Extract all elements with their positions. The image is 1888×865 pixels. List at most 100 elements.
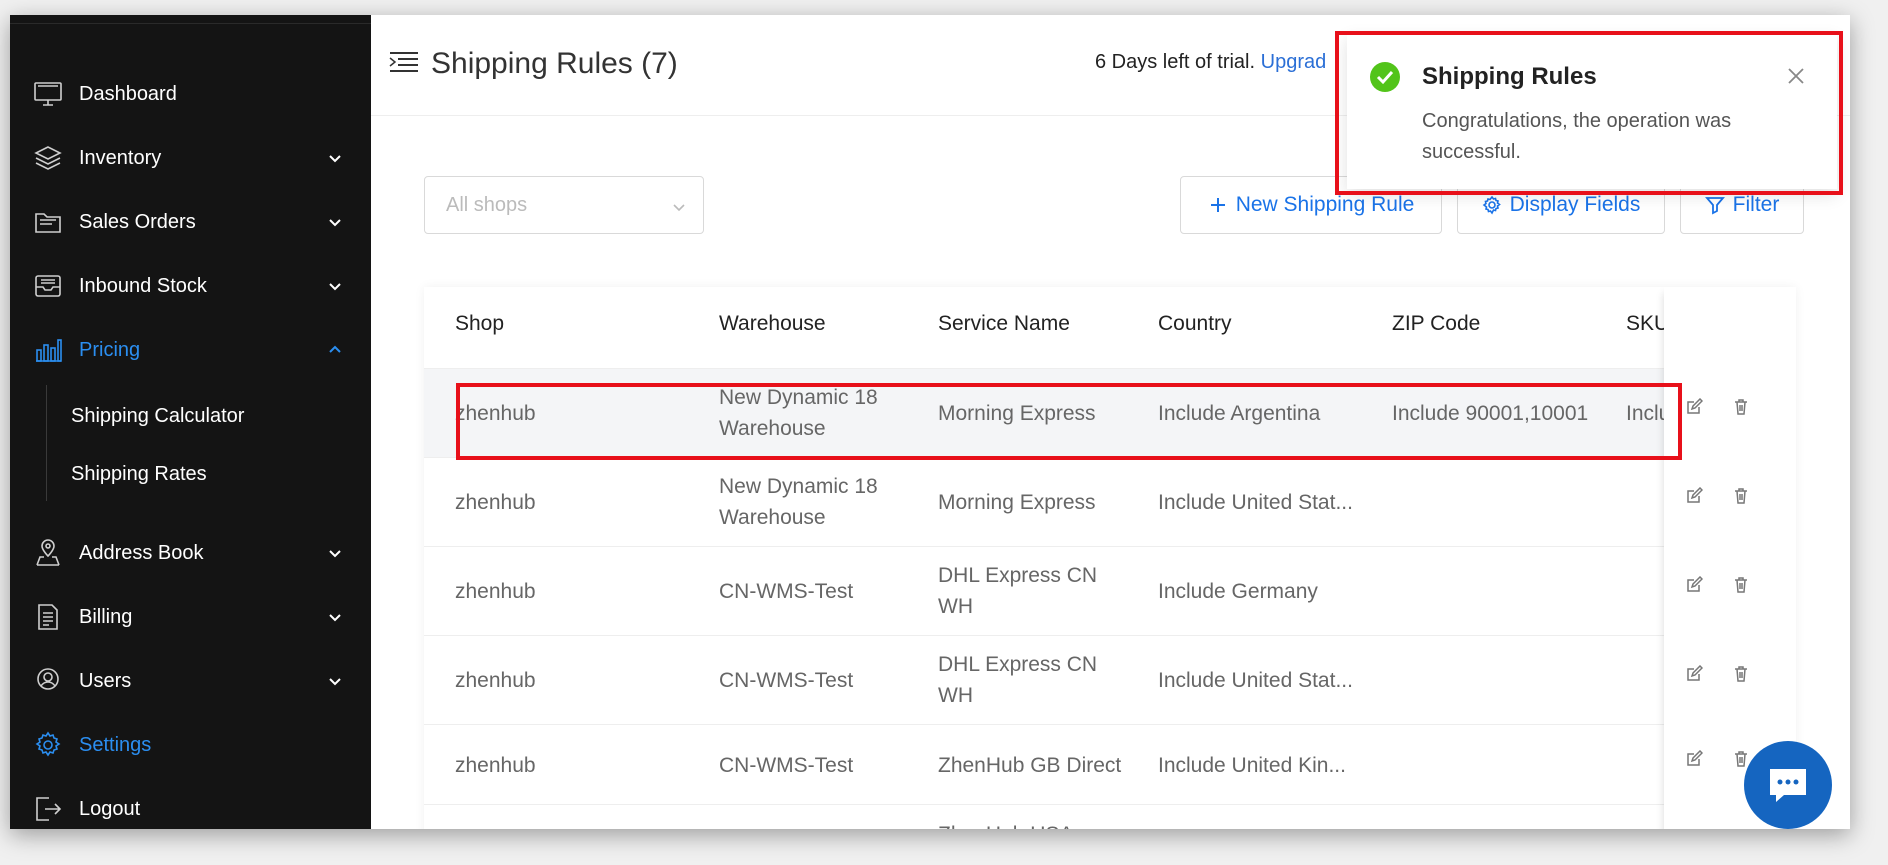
sidebar-item-label: Settings (79, 733, 152, 756)
monitor-icon (32, 78, 64, 110)
chevron-down-icon (329, 550, 341, 558)
gear-icon (32, 729, 64, 761)
sidebar-item-label: Pricing (79, 338, 141, 361)
cell-warehouse: New Dynamic 18 Warehouse (719, 386, 878, 440)
sidebar-subitem-shipping-rates[interactable]: Shipping Rates (71, 463, 207, 486)
shipping-rules-table: Shop Warehouse Service Name Country ZIP … (424, 287, 1796, 829)
shop-select[interactable]: All shops (424, 176, 704, 234)
cell-country: Include United Stat... (1158, 669, 1353, 692)
cell-warehouse: CN-WMS-Test (719, 754, 854, 777)
sidebar-item-inventory[interactable]: Inventory (10, 133, 371, 183)
edit-icon[interactable] (1676, 741, 1712, 777)
sidebar-item-label: Inventory (79, 146, 162, 169)
plus-icon (1210, 198, 1225, 212)
sidebar-item-label: Billing (79, 605, 133, 628)
edit-icon[interactable] (1676, 389, 1712, 425)
sidebar-item-logout[interactable]: Logout (10, 784, 371, 829)
sidebar-subitem-shipping-calculator[interactable]: Shipping Calculator (71, 405, 244, 428)
table-row[interactable]: zhenhub New Dynamic 18 Warehouse Morning… (424, 457, 1796, 546)
chat-button[interactable] (1744, 741, 1832, 829)
sidebar-item-label: Inbound Stock (79, 274, 207, 297)
toast-title: Shipping Rules (1422, 63, 1597, 90)
button-label: New Shipping Rule (1235, 193, 1415, 216)
sidebar-item-label: Users (79, 669, 132, 692)
sidebar-item-pricing[interactable]: Pricing (10, 325, 371, 375)
cell-warehouse: New Dynamic 18 Warehouse (719, 475, 878, 529)
edit-icon[interactable] (1676, 478, 1712, 514)
menu-toggle-icon[interactable] (389, 51, 419, 73)
filter-icon (1704, 197, 1725, 215)
cell-service-name: Morning Express (938, 491, 1096, 514)
sidebar: Dashboard Inventory Sales Orders Inbound… (10, 15, 371, 829)
chevron-up-icon (329, 345, 341, 353)
sidebar-item-label: Dashboard (79, 82, 177, 105)
table-row[interactable]: zhenhub CN-WMS-Test DHL Express CN WH In… (424, 635, 1796, 724)
column-header-sku[interactable]: SKU (1626, 312, 1669, 336)
sidebar-item-dashboard[interactable]: Dashboard (10, 69, 371, 119)
folder-icon (32, 206, 64, 238)
table-row[interactable]: zhenhub CN-WMS-Test DHL Express CN WH In… (424, 546, 1796, 635)
table-row[interactable]: zhenhub CN-WMS-Test ZhenHub GB Direct In… (424, 724, 1796, 804)
table-row[interactable]: ZhenHub USA (424, 804, 1796, 829)
cell-service-name: DHL Express CN WH (938, 653, 1098, 707)
chevron-down-icon (329, 614, 341, 622)
layers-icon (32, 142, 64, 174)
button-label: Filter (1732, 193, 1780, 216)
gear-icon (1482, 195, 1501, 215)
edit-icon[interactable] (1676, 656, 1712, 692)
trial-notice: 6 Days left of trial. Upgrad (1095, 51, 1326, 74)
cell-warehouse: CN-WMS-Test (719, 580, 854, 603)
chevron-down-icon (329, 283, 341, 291)
column-header-service-name[interactable]: Service Name (938, 312, 1070, 336)
cell-warehouse: CN-WMS-Test (719, 669, 854, 692)
cell-zip-code: Include 90001,10001 (1392, 402, 1589, 425)
map-pin-icon (32, 537, 64, 569)
column-header-country[interactable]: Country (1158, 312, 1232, 336)
cell-shop: zhenhub (455, 580, 536, 603)
delete-icon[interactable] (1723, 567, 1759, 603)
cell-country: Include United Kin... (1158, 754, 1346, 777)
upgrade-link[interactable]: Upgrad (1261, 51, 1327, 73)
check-circle-icon (1370, 62, 1400, 92)
close-icon[interactable] (1785, 65, 1807, 87)
sidebar-item-settings[interactable]: Settings (10, 720, 371, 770)
column-header-shop[interactable]: Shop (455, 312, 504, 336)
shop-select-placeholder: All shops (446, 194, 528, 216)
cell-shop: zhenhub (455, 669, 536, 692)
delete-icon[interactable] (1723, 656, 1759, 692)
cell-service-name: Morning Express (938, 402, 1096, 425)
cell-shop: zhenhub (455, 491, 536, 514)
divider (46, 385, 47, 501)
toast-message: Congratulations, the operation was succe… (1422, 110, 1732, 163)
column-header-zip-code[interactable]: ZIP Code (1392, 312, 1480, 336)
page-title: Shipping Rules (7) (431, 47, 678, 80)
app-window: Dashboard Inventory Sales Orders Inbound… (10, 15, 1850, 829)
edit-icon[interactable] (1676, 567, 1712, 603)
cell-service-name: DHL Express CN WH (938, 564, 1098, 618)
button-label: Display Fields (1509, 193, 1641, 216)
bar-chart-icon (32, 334, 64, 366)
sidebar-item-address-book[interactable]: Address Book (10, 528, 371, 578)
inbox-icon (32, 270, 64, 302)
delete-icon[interactable] (1723, 478, 1759, 514)
divider (10, 23, 371, 24)
chevron-down-icon (329, 219, 341, 227)
cell-country: Include Argentina (1158, 402, 1321, 425)
cell-shop: zhenhub (455, 754, 536, 777)
sidebar-item-label: Logout (79, 797, 141, 820)
chat-icon (1770, 769, 1806, 802)
sidebar-item-inbound-stock[interactable]: Inbound Stock (10, 261, 371, 311)
sidebar-item-billing[interactable]: Billing (10, 592, 371, 642)
logout-icon (32, 793, 64, 825)
delete-icon[interactable] (1723, 389, 1759, 425)
cell-country: Include Germany (1158, 580, 1318, 603)
column-header-warehouse[interactable]: Warehouse (719, 312, 826, 336)
chevron-down-icon (329, 155, 341, 163)
sidebar-item-users[interactable]: Users (10, 656, 371, 706)
table-row[interactable]: zhenhub New Dynamic 18 Warehouse Morning… (424, 368, 1796, 457)
chevron-down-icon (673, 204, 685, 212)
cell-service-name: ZhenHub USA (938, 819, 1073, 829)
sidebar-item-sales-orders[interactable]: Sales Orders (10, 197, 371, 247)
sidebar-item-label: Sales Orders (79, 210, 196, 233)
chevron-down-icon (329, 678, 341, 686)
